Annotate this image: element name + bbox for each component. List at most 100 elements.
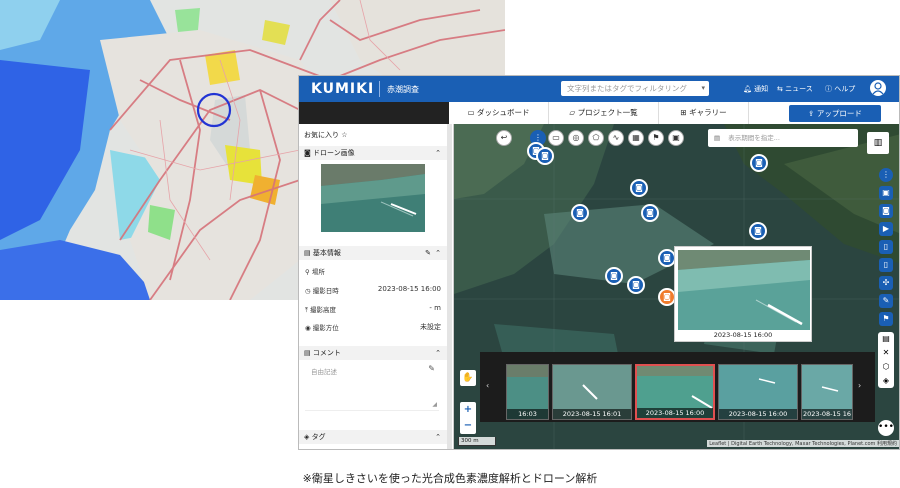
layer-toggle-button[interactable]: ▦: [628, 130, 644, 146]
tablet-icon: ▯: [883, 260, 889, 269]
overlay-icon[interactable]: ▤: [878, 332, 894, 346]
pentagon-icon: ⬠: [592, 133, 600, 142]
phone-tool-button[interactable]: ▯: [879, 240, 893, 254]
period-filter-input[interactable]: ▤ 表示期間を指定...: [708, 129, 858, 147]
drone-photo: [321, 164, 425, 232]
notification-label: 通知: [754, 85, 769, 93]
comment-textarea[interactable]: 自由記述 ✎ ◢: [305, 364, 439, 411]
pin-icon: ⚲: [305, 268, 310, 276]
thumb-label: 16:03: [507, 409, 548, 419]
tag-section-title: タグ: [311, 433, 326, 441]
line-tool-button[interactable]: ∿: [608, 130, 624, 146]
tab-gallery[interactable]: ⊞ ギャラリー: [659, 102, 749, 124]
upload-button[interactable]: ⇪ アップロード: [789, 105, 881, 122]
strip-thumbnail[interactable]: 16:03: [506, 364, 549, 420]
tablet-tool-button[interactable]: ▯: [879, 258, 893, 272]
favorites-label: お気に入り: [304, 131, 339, 139]
chevron-up-icon: ⌃: [435, 433, 441, 441]
tab-projects-label: プロジェクト一覧: [577, 108, 638, 117]
comment-section-header[interactable]: ▤ コメント ⌃: [299, 346, 447, 360]
photo-marker[interactable]: ◙: [749, 222, 767, 240]
layers-icon: ▦: [632, 133, 640, 142]
popup-timestamp: 2023-08-15 16:00: [713, 331, 773, 339]
tab-projects[interactable]: ▱ プロジェクト一覧: [549, 102, 659, 124]
chevron-up-icon: ⌃: [435, 249, 441, 257]
tag-section-header[interactable]: ◈ タグ ⌃: [299, 430, 447, 444]
strip-thumbnail-selected[interactable]: 2023-08-15 16:00: [635, 364, 715, 420]
tab-dashboard[interactable]: ▭ ダッシュボード: [449, 102, 549, 124]
photo-marker[interactable]: ◙: [750, 154, 768, 172]
video-icon: ▶: [882, 224, 890, 233]
photo-marker[interactable]: ◙: [641, 204, 659, 222]
flag-tool-button[interactable]: ⚑: [879, 312, 893, 326]
map-view[interactable]: ↩ ⋮ ▭ ◎ ⬠ ∿ ▦ ⚑ ▣ ▤ 表示期間を指定... ▥ ◙ ◙ ◙ ◙…: [454, 124, 899, 449]
polygon-tool-button[interactable]: ⬠: [588, 130, 604, 146]
photo-marker[interactable]: ◙: [536, 147, 554, 165]
undo-icon: ↩: [500, 133, 508, 142]
pan-tool-button[interactable]: ✋: [460, 370, 476, 386]
photo-marker[interactable]: ◙: [630, 179, 648, 197]
news-label: ニュース: [785, 85, 813, 93]
camera-tool-button[interactable]: ◙: [879, 204, 893, 218]
video-tool-button[interactable]: ▶: [879, 222, 893, 236]
zoom-in-button[interactable]: +: [460, 402, 476, 418]
strip-thumbnail[interactable]: 2023-08-15 16:01: [552, 364, 632, 420]
photo-marker[interactable]: ◙: [627, 276, 645, 294]
avatar[interactable]: [870, 80, 886, 96]
basic-info-header[interactable]: ▤ 基本情報 ✎ ⌃: [299, 246, 447, 260]
map-scale: 300 m: [458, 437, 496, 446]
help-link[interactable]: ⓘ ヘルプ: [825, 84, 855, 94]
chevron-down-icon: ▾: [701, 84, 705, 92]
strip-thumbnail[interactable]: 2023-08-15 16: [801, 364, 853, 420]
map-toggle-button[interactable]: ▥: [867, 132, 889, 154]
target-tool-button[interactable]: ◎: [568, 130, 584, 146]
news-link[interactable]: ⇆ ニュース: [777, 84, 813, 94]
photo-marker[interactable]: ◙: [605, 267, 623, 285]
favorites-toggle[interactable]: お気に入り ☆: [304, 130, 348, 140]
flag-icon: ⚑: [882, 314, 890, 323]
resize-handle-icon[interactable]: ◢: [432, 401, 437, 408]
camera-icon: ◙: [576, 208, 584, 217]
more-horizontal-button[interactable]: •••: [878, 420, 894, 436]
zoom-out-button[interactable]: −: [460, 418, 476, 434]
upload-label: アップロード: [816, 109, 862, 118]
tab-gallery-label: ギャラリー: [689, 108, 727, 117]
photo-preview-popup[interactable]: 2023-08-15 16:00: [674, 246, 812, 342]
compare-tool-button[interactable]: ▣: [668, 130, 684, 146]
photo-marker[interactable]: ◙: [571, 204, 589, 222]
drone-section-header[interactable]: ◙ ドローン画像 ⌃: [299, 146, 447, 160]
info-icon: ▤: [304, 249, 311, 257]
bearing-row: ◉ 撮影方位: [305, 322, 339, 332]
close-icon[interactable]: ✕: [878, 346, 894, 360]
more-vertical-button[interactable]: ⋮: [879, 168, 893, 182]
frame-tool-button[interactable]: ▣: [879, 186, 893, 200]
panel-scrollbar[interactable]: [447, 124, 452, 449]
thumb-label: 2023-08-15 16: [802, 409, 852, 419]
star-icon: ☆: [341, 131, 348, 139]
filter-input[interactable]: 文字列またはタグでフィルタリング ▾: [561, 81, 709, 96]
period-placeholder: 表示期間を指定...: [728, 134, 780, 142]
cube-icon[interactable]: ⬡: [878, 360, 894, 374]
flag-tool-button[interactable]: ⚑: [648, 130, 664, 146]
camera-icon: ◙: [610, 271, 618, 280]
drone-tool-button[interactable]: ✣: [879, 276, 893, 290]
edit-tool-button[interactable]: ✎: [879, 294, 893, 308]
strip-thumbnail[interactable]: 2023-08-15 16:00: [718, 364, 798, 420]
location-row: ⚲ 場所: [305, 266, 325, 276]
strip-next-button[interactable]: ›: [858, 381, 861, 390]
ruler-tool-button[interactable]: ▭: [548, 130, 564, 146]
app-logo[interactable]: KUMIKI: [311, 81, 374, 97]
chevron-up-icon: ⌃: [435, 349, 441, 357]
layer-tools-stack: ▤ ✕ ⬡ ◈: [878, 332, 894, 388]
edit-pencil-icon[interactable]: ✎: [428, 364, 435, 373]
chevron-up-icon: ⌃: [435, 149, 441, 157]
layers-icon[interactable]: ◈: [878, 374, 894, 388]
notification-link[interactable]: 🔔︎ 通知: [743, 84, 768, 94]
map-attribution[interactable]: Leaflet | Digital Earth Technology, Maxa…: [707, 440, 899, 447]
drone-image-thumbnail[interactable]: [321, 164, 425, 232]
back-button[interactable]: ↩: [496, 130, 512, 146]
strip-prev-button[interactable]: ‹: [486, 381, 489, 390]
comment-icon: ▤: [304, 349, 311, 357]
thumb-label: 2023-08-15 16:01: [553, 409, 631, 419]
target-icon: ◎: [572, 133, 580, 142]
